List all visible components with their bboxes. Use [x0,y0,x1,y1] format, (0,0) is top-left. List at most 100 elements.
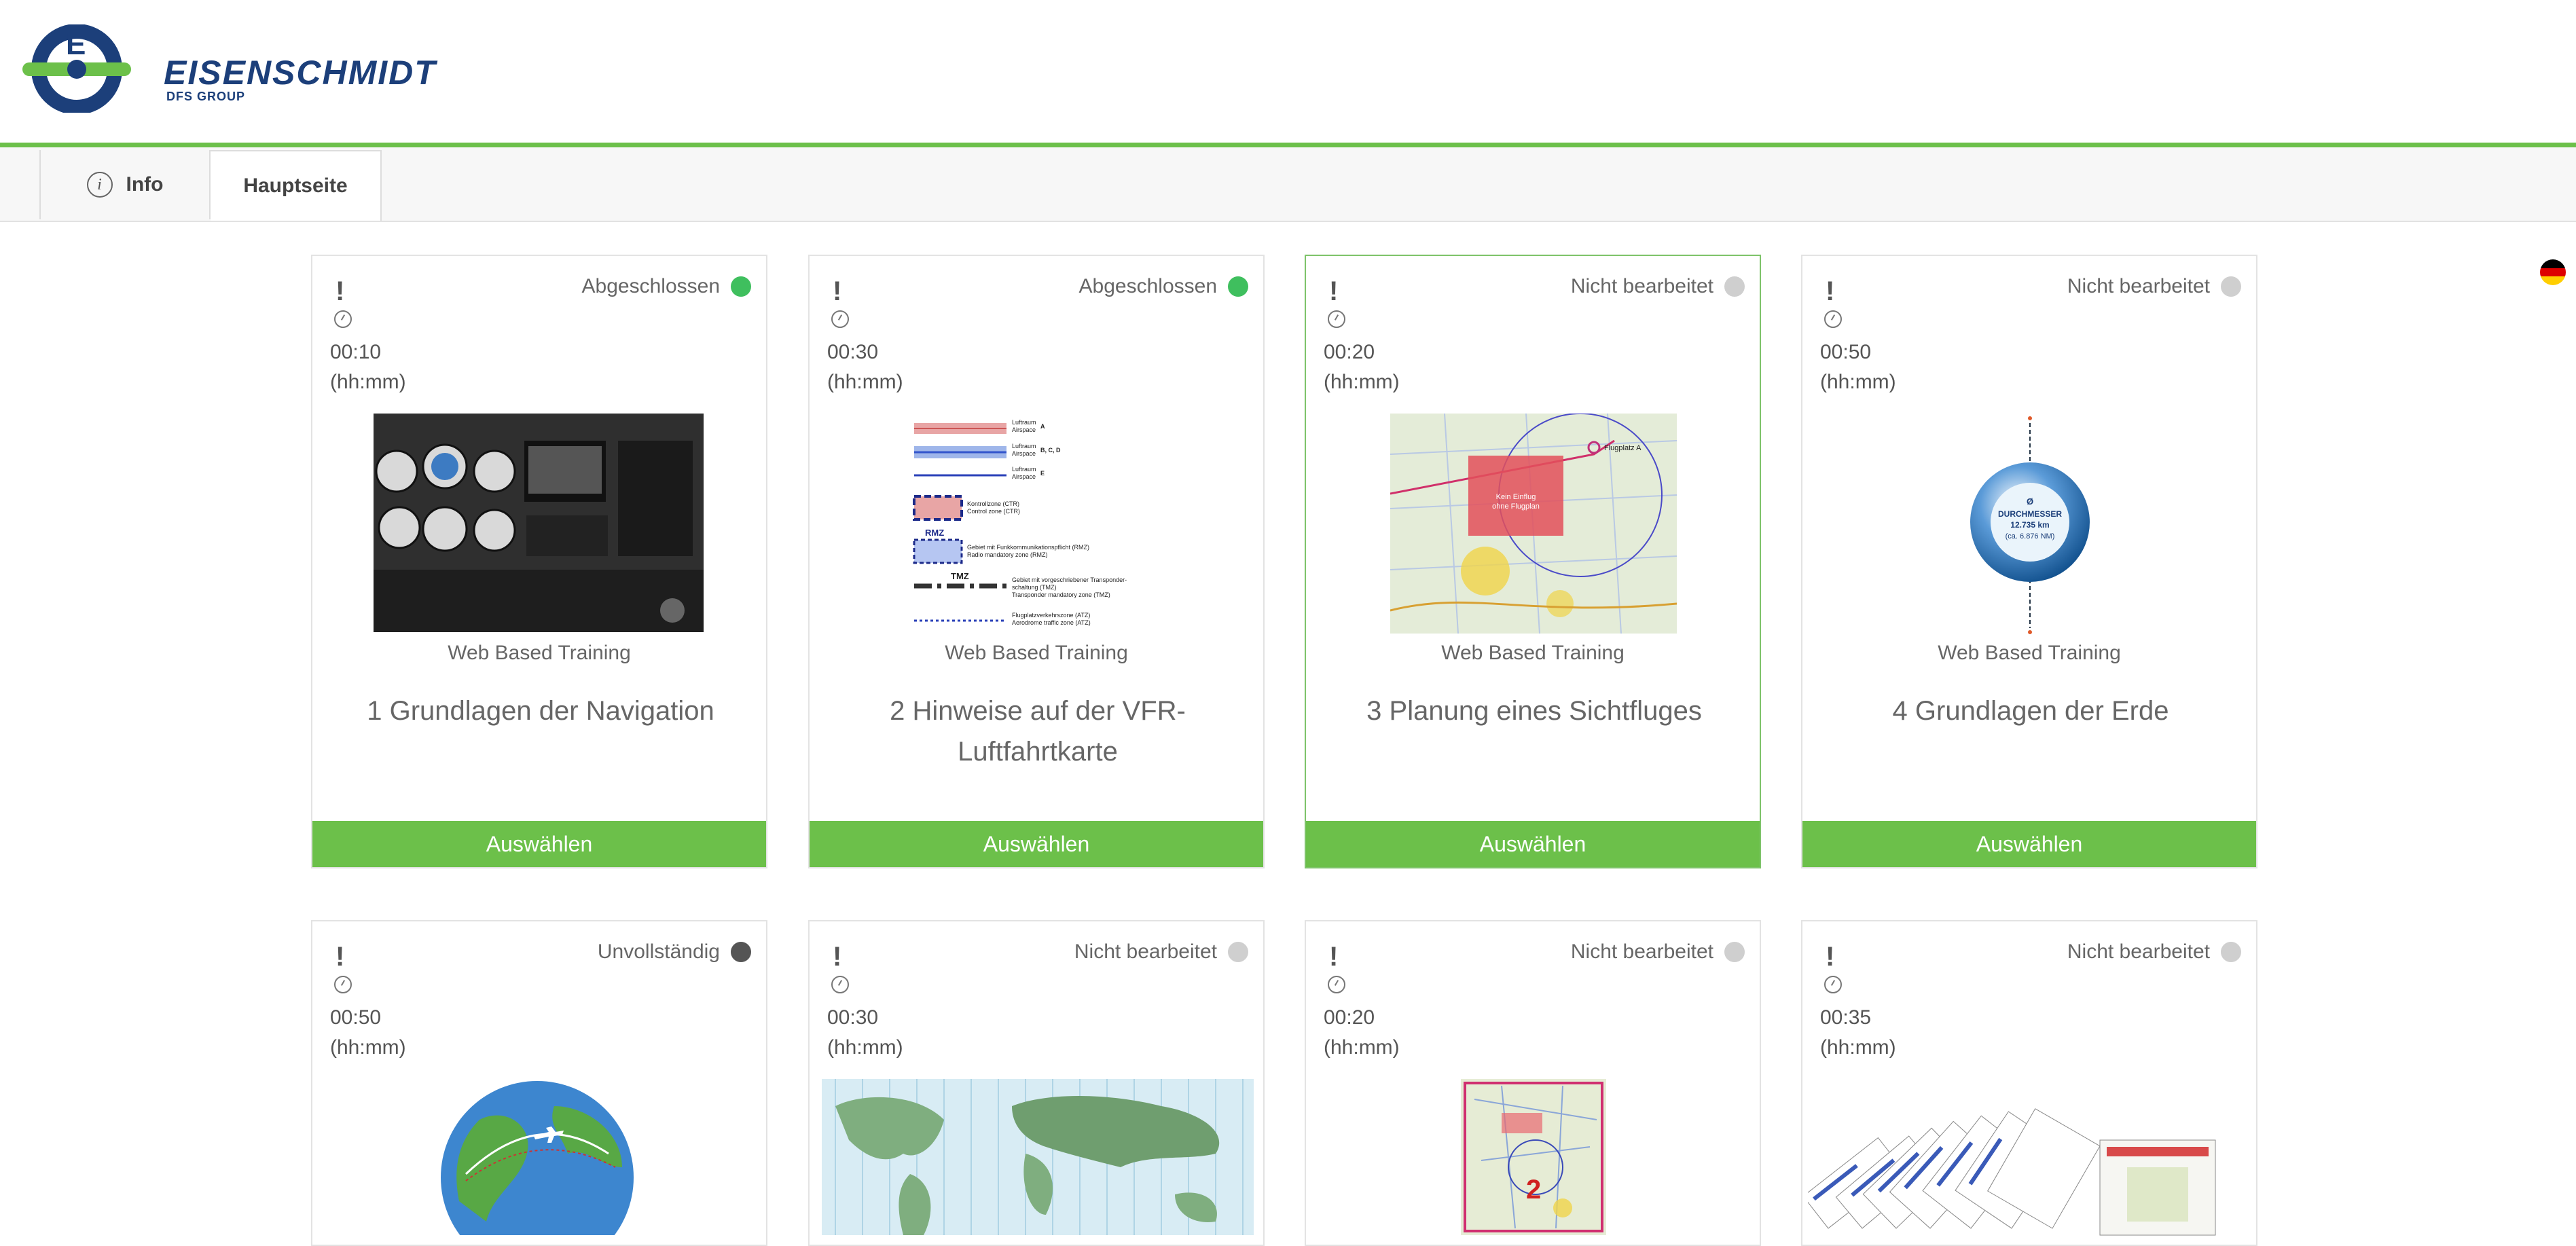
svg-text:Airspace: Airspace [1012,450,1036,457]
svg-text:Kontrollzone (CTR): Kontrollzone (CTR) [967,500,1019,507]
duration: 00:20 [1324,1006,1375,1029]
status-badge: Nicht bearbeitet [2067,940,2241,964]
svg-text:TMZ: TMZ [951,571,969,581]
select-button[interactable]: Auswählen [312,821,766,867]
tab-bar: i Info Hauptseite [0,147,2576,222]
tab-info-label: Info [126,173,164,196]
svg-text:Airspace: Airspace [1012,473,1036,480]
vfr-chart-image: 2 [1461,1079,1606,1235]
duration: 00:30 [827,1006,879,1029]
svg-text:DURCHMESSER: DURCHMESSER [1998,509,2062,519]
svg-text:Luftraum: Luftraum [1012,443,1036,450]
warning-icon: ! [1329,942,1339,972]
svg-text:Aerodrome traffic zone (ATZ): Aerodrome traffic zone (ATZ) [1012,619,1091,626]
duration: 00:20 [1324,341,1375,363]
language-flag-icon[interactable] [2540,259,2566,285]
brand-name: EISENSCHMIDT [164,54,437,92]
brand-logo[interactable]: E EISENSCHMIDT DFS GROUP [22,24,457,115]
status-dot-icon [1724,276,1745,297]
duration-unit: (hh:mm) [1324,371,1400,393]
status-dot-icon [2221,942,2241,962]
airspace-legend-image: Luftraum Airspace A Luftraum Airspace B, C, … [911,414,1183,638]
course-type: Web Based Training [945,642,1128,664]
svg-text:Gebiet mit Funkkommunikationsp: Gebiet mit Funkkommunikationspflicht (RM… [967,544,1089,551]
duration-unit: (hh:mm) [827,1036,903,1059]
svg-text:Flugplatz A: Flugplatz A [1604,444,1641,452]
duration-unit: (hh:mm) [1324,1036,1400,1059]
status-dot-icon [2221,276,2241,297]
globe-flight-image [439,1079,636,1235]
status-dot-icon [731,276,751,297]
timezone-map-image [822,1079,1254,1235]
tab-hauptseite-label: Hauptseite [243,175,348,197]
svg-text:2: 2 [1526,1175,1541,1205]
warning-icon: ! [833,276,842,306]
course-type: Web Based Training [1441,642,1625,664]
course-title: 2 Hinweise auf der VFR-Luftfahrtkarte [890,696,1186,767]
course-title: 1 Grundlagen der Navigation [367,696,714,726]
course-card: ! 00:20 (hh:mm) Nicht bearbeitet 2 [1305,920,1761,1246]
clock-icon [1824,976,1842,993]
status-badge: Abgeschlossen [582,275,751,298]
svg-text:schaltung (TMZ): schaltung (TMZ) [1012,584,1057,591]
propeller-logo-icon: E [22,24,131,115]
course-type: Web Based Training [448,642,631,664]
svg-text:ohne Flugplan: ohne Flugplan [1492,502,1540,511]
svg-text:Ø: Ø [2027,496,2033,507]
duration: 00:10 [330,341,382,363]
svg-text:E: E [1040,470,1045,477]
charts-fan-image [1808,1079,2253,1242]
course-card: ! 00:20 (hh:mm) Nicht bearbeitet Kein Ein… [1305,255,1761,868]
cockpit-image [374,414,704,632]
vfr-map-image: Kein Einflug ohne Flugplan Flugplatz A [1390,414,1677,634]
status-dot-icon [1724,942,1745,962]
duration: 00:50 [330,1006,382,1029]
earth-diameter-image: Ø DURCHMESSER 12.735 km (ca. 6.876 NM) [1965,414,2094,638]
tab-info[interactable]: i Info [39,150,211,219]
course-type: Web Based Training [1938,642,2121,664]
clock-icon [1328,976,1345,993]
clock-icon [1824,310,1842,328]
course-title: 4 Grundlagen der Erde [1892,696,2169,726]
status-badge: Unvollständig [598,940,751,964]
clock-icon [1328,310,1345,328]
duration-unit: (hh:mm) [330,1036,406,1059]
status-badge: Nicht bearbeitet [1074,940,1248,964]
duration-unit: (hh:mm) [330,371,406,393]
status-dot-icon [1228,276,1248,297]
svg-text:Gebiet mit vorgeschriebener Tr: Gebiet mit vorgeschriebener Transponder- [1012,576,1127,583]
status-dot-icon [731,942,751,962]
select-button[interactable]: Auswählen [810,821,1263,867]
header-divider [0,143,2576,147]
tab-hauptseite[interactable]: Hauptseite [211,150,382,221]
svg-text:Luftraum: Luftraum [1012,419,1036,426]
svg-text:Control zone (CTR): Control zone (CTR) [967,508,1020,515]
duration-unit: (hh:mm) [1820,1036,1896,1059]
warning-icon: ! [833,942,842,972]
brand-subtitle: DFS GROUP [166,90,246,103]
duration-unit: (hh:mm) [827,371,903,393]
info-icon: i [86,172,113,198]
course-card: ! 00:10 (hh:mm) Abgeschlossen Web Based T… [311,255,767,868]
course-card: ! 00:50 (hh:mm) Unvollständig [311,920,767,1246]
warning-icon: ! [335,942,345,972]
status-dot-icon [1228,942,1248,962]
svg-text:Airspace: Airspace [1012,426,1036,433]
status-badge: Abgeschlossen [1079,275,1248,298]
warning-icon: ! [1329,276,1339,306]
svg-text:Luftraum: Luftraum [1012,466,1036,473]
status-badge: Nicht bearbeitet [1571,275,1745,298]
select-button[interactable]: Auswählen [1306,821,1760,867]
warning-icon: ! [1826,276,1835,306]
duration-unit: (hh:mm) [1820,371,1896,393]
select-button[interactable]: Auswählen [1802,821,2256,867]
svg-text:RMZ: RMZ [925,528,944,538]
duration: 00:30 [827,341,879,363]
clock-icon [334,976,352,993]
course-card: ! 00:50 (hh:mm) Nicht bearbeitet Ø DURCHM… [1801,255,2257,868]
status-badge: Nicht bearbeitet [2067,275,2241,298]
status-badge: Nicht bearbeitet [1571,940,1745,964]
course-card: ! 00:30 (hh:mm) Abgeschlossen Luftraum Air… [808,255,1265,868]
warning-icon: ! [335,276,345,306]
course-card: ! 00:35 (hh:mm) Nicht bearbeitet [1801,920,2257,1246]
